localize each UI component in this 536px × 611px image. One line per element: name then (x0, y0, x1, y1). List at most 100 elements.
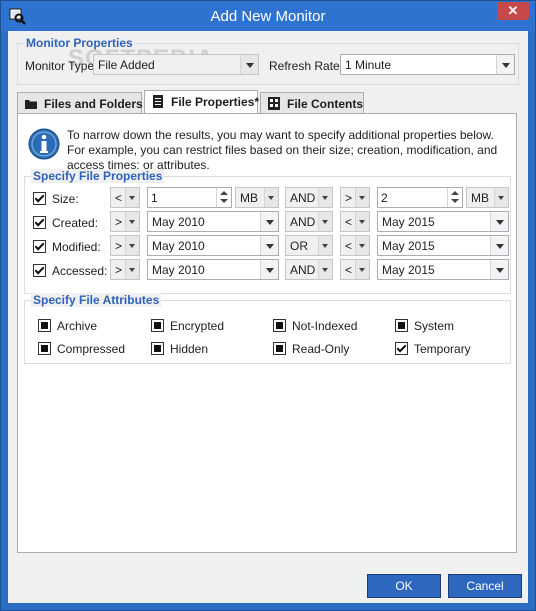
unit-value: MB (240, 191, 258, 205)
encrypted-checkbox[interactable] (151, 319, 164, 332)
accessed-operator2-select[interactable]: < (340, 259, 370, 280)
conjunction-value: AND (290, 263, 316, 277)
created-conjunction-select[interactable]: AND (285, 211, 333, 232)
cancel-button[interactable]: Cancel (448, 574, 522, 598)
conjunction-value: OR (290, 239, 308, 253)
operator-value: < (345, 239, 353, 253)
tab-label: File Properties* (171, 95, 260, 109)
modified-operator2-select[interactable]: < (340, 235, 370, 256)
read-only-checkbox[interactable] (273, 342, 286, 355)
date-value: May 2015 (382, 239, 435, 253)
ok-button[interactable]: OK (367, 574, 441, 598)
tab-files-and-folders[interactable]: Files and Folders (17, 92, 143, 114)
window-title: Add New Monitor (210, 8, 326, 25)
chevron-up-icon (220, 191, 228, 195)
monitor-type-label: Monitor Type: (25, 59, 98, 73)
created-operator2-select[interactable]: < (340, 211, 370, 232)
hidden-checkbox[interactable] (151, 342, 164, 355)
dialog-body: Monitor Properties SOFTPEDIA Monitor Typ… (8, 31, 528, 603)
size-value2-spinner[interactable]: 2 (377, 187, 463, 208)
not-indexed-label: Not-Indexed (292, 319, 358, 333)
modified-operator1-select[interactable]: > (110, 235, 140, 256)
chevron-down-icon (240, 55, 258, 74)
conjunction-value: AND (290, 215, 316, 229)
modified-conjunction-select[interactable]: OR (285, 235, 333, 256)
spin-buttons[interactable] (216, 188, 231, 207)
spinner-value: 1 (151, 191, 158, 205)
hidden-label: Hidden (170, 342, 209, 356)
date-value: May 2015 (382, 215, 435, 229)
accessed-checkbox[interactable] (33, 264, 46, 277)
created-date2-select[interactable]: May 2015 (377, 211, 509, 232)
chevron-down-icon (318, 212, 332, 231)
created-label: Created: (52, 216, 99, 230)
temporary-checkbox[interactable] (395, 342, 408, 355)
chevron-down-icon (125, 236, 139, 255)
monitor-type-select[interactable]: File Added (93, 54, 259, 75)
size-label: Size: (52, 192, 79, 206)
size-checkbox[interactable] (33, 192, 46, 205)
monitor-type-value: File Added (98, 58, 155, 72)
unit-value: MB (471, 191, 489, 205)
encrypted-label: Encrypted (170, 319, 225, 333)
date-value: May 2015 (382, 263, 435, 277)
chevron-down-icon (490, 236, 508, 255)
created-checkbox[interactable] (33, 216, 46, 229)
operator-value: < (115, 191, 123, 205)
system-label: System (414, 319, 455, 333)
chevron-down-icon (494, 188, 508, 207)
size-value1-spinner[interactable]: 1 (147, 187, 232, 208)
compressed-label: Compressed (57, 342, 126, 356)
modified-label: Modified: (52, 240, 101, 254)
chevron-down-icon (260, 212, 278, 231)
chevron-down-icon (451, 199, 459, 203)
file-contents-icon (268, 97, 280, 110)
system-checkbox[interactable] (395, 319, 408, 332)
chevron-down-icon (355, 212, 369, 231)
chevron-down-icon (260, 236, 278, 255)
not-indexed-checkbox[interactable] (273, 319, 286, 332)
refresh-rate-select[interactable]: 1 Minute (340, 54, 515, 75)
dialog-window: Add New Monitor ✕ Monitor Properties SOF… (0, 0, 536, 611)
title-bar[interactable]: Add New Monitor ✕ (1, 1, 535, 31)
archive-checkbox[interactable] (38, 319, 51, 332)
size-operator2-select[interactable]: > (340, 187, 370, 208)
accessed-date1-select[interactable]: May 2010 (147, 259, 279, 280)
modified-date1-select[interactable]: May 2010 (147, 235, 279, 256)
accessed-operator1-select[interactable]: > (110, 259, 140, 280)
chevron-down-icon (318, 260, 332, 279)
operator-value: > (115, 215, 123, 229)
spin-buttons[interactable] (447, 188, 462, 207)
chevron-down-icon (260, 260, 278, 279)
operator-value: > (115, 263, 123, 277)
temporary-label: Temporary (414, 342, 471, 356)
operator-value: > (115, 239, 123, 253)
tab-file-properties[interactable]: File Properties* (144, 90, 260, 115)
refresh-rate-label: Refresh Rate: (269, 59, 344, 73)
size-operator1-select[interactable]: < (110, 187, 140, 208)
read-only-label: Read-Only (292, 342, 350, 356)
accessed-conjunction-select[interactable]: AND (285, 259, 333, 280)
folder-icon (25, 100, 37, 109)
compressed-checkbox[interactable] (38, 342, 51, 355)
chevron-down-icon (318, 188, 332, 207)
size-unit2-select[interactable]: MB (466, 187, 509, 208)
chevron-down-icon (125, 212, 139, 231)
tab-file-contents[interactable]: File Contents (260, 92, 364, 114)
chevron-down-icon (496, 55, 514, 74)
file-attributes-title: Specify File Attributes (31, 293, 162, 307)
created-date1-select[interactable]: May 2010 (147, 211, 279, 232)
created-operator1-select[interactable]: > (110, 211, 140, 232)
file-properties-panel: To narrow down the results, you may want… (17, 113, 517, 553)
accessed-date2-select[interactable]: May 2015 (377, 259, 509, 280)
modified-date2-select[interactable]: May 2015 (377, 235, 509, 256)
close-button[interactable]: ✕ (497, 2, 529, 20)
modified-checkbox[interactable] (33, 240, 46, 253)
size-unit1-select[interactable]: MB (235, 187, 279, 208)
file-properties-title: Specify File Properties (31, 169, 165, 183)
archive-label: Archive (57, 319, 98, 333)
operator-value: < (345, 263, 353, 277)
size-conjunction-select[interactable]: AND (285, 187, 333, 208)
spinner-value: 2 (381, 191, 388, 205)
info-text: To narrow down the results, you may want… (67, 128, 498, 172)
